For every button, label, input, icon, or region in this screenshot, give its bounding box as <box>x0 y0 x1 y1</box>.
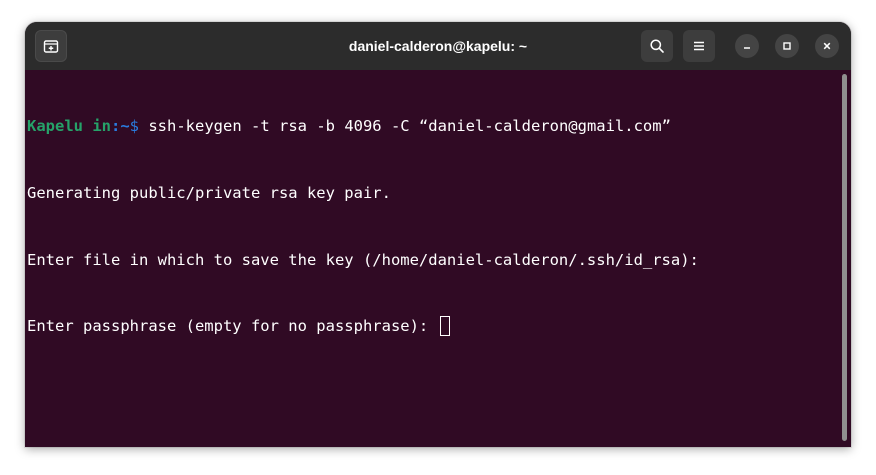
prompt-dollar: $ <box>129 117 140 136</box>
terminal-area[interactable]: Kapelu in:~$ ssh-keygen -t rsa -b 4096 -… <box>25 70 851 447</box>
titlebar: daniel-calderon@kapelu: ~ <box>25 22 851 70</box>
scrollbar[interactable] <box>842 74 847 441</box>
output-line: Generating public/private rsa key pair. <box>27 184 391 203</box>
window-title: daniel-calderon@kapelu: ~ <box>348 38 528 54</box>
prompt-path: :~ <box>111 117 130 136</box>
output-line: Enter file in which to save the key (/ho… <box>27 250 699 269</box>
close-icon <box>823 42 831 50</box>
input-line[interactable]: Enter passphrase (empty for no passphras… <box>27 315 699 337</box>
maximize-icon <box>783 42 791 50</box>
menu-button[interactable] <box>683 30 715 62</box>
hamburger-menu-icon <box>694 41 704 51</box>
prompt-line: Kapelu in:~$ ssh-keygen -t rsa -b 4096 -… <box>27 115 699 137</box>
terminal-output: Kapelu in:~$ ssh-keygen -t rsa -b 4096 -… <box>27 71 699 382</box>
output-line: Enter passphrase (empty for no passphras… <box>27 317 438 336</box>
text-cursor <box>439 316 450 337</box>
maximize-button[interactable] <box>775 34 799 58</box>
minimize-button[interactable] <box>735 34 759 58</box>
command-text: ssh-keygen -t rsa -b 4096 -C “daniel-cal… <box>139 117 671 136</box>
new-tab-button[interactable] <box>35 30 67 62</box>
search-button[interactable] <box>641 30 673 62</box>
minimize-icon <box>744 47 750 49</box>
prompt-host: Kapelu in <box>27 117 111 136</box>
close-button[interactable] <box>815 34 839 58</box>
search-icon <box>650 39 664 53</box>
new-tab-icon <box>43 40 59 53</box>
terminal-window: daniel-calderon@kapelu: ~ Kapelu in:~$ s… <box>25 22 851 447</box>
